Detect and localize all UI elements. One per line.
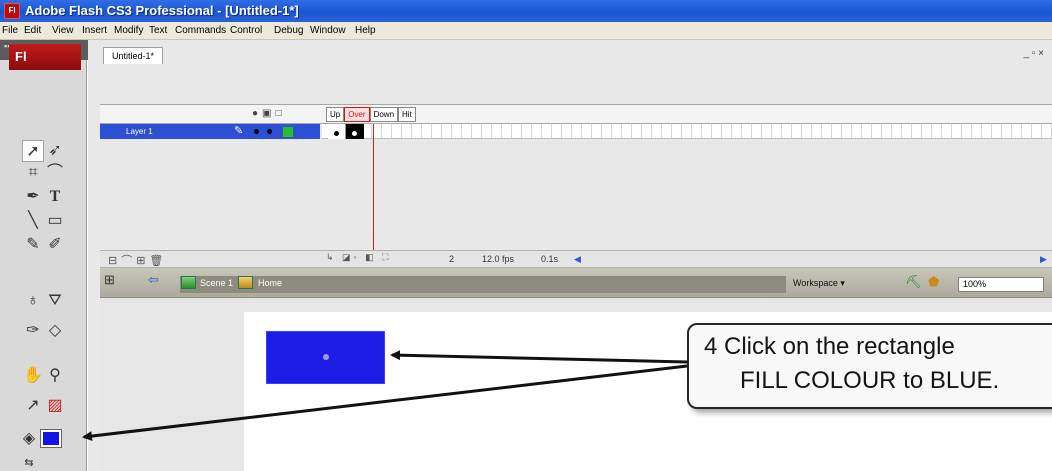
- menu-window[interactable]: Window: [310, 25, 346, 36]
- menu-control[interactable]: Control: [230, 25, 262, 36]
- onion-skin-icons[interactable]: ↳ ◪◦ ◧ ⛶: [326, 252, 392, 263]
- breadcrumb-scene[interactable]: Scene 1: [200, 278, 233, 288]
- timeline-header: ●▣□: [100, 104, 1052, 124]
- callout-line-2: FILL COLOUR to BLUE.: [740, 367, 1000, 394]
- fill-color-swatch[interactable]: [40, 429, 62, 448]
- brush-tool-icon[interactable]: ✐: [44, 234, 66, 256]
- breadcrumb-symbol[interactable]: Home: [258, 278, 282, 288]
- pen-tool-icon[interactable]: ✒: [22, 186, 44, 208]
- blue-rectangle[interactable]: [266, 331, 385, 384]
- text-tool-icon[interactable]: T: [44, 186, 66, 208]
- hand-tool-icon[interactable]: ✋: [22, 365, 44, 387]
- menu-debug[interactable]: Debug: [274, 25, 303, 36]
- menu-commands[interactable]: Commands: [175, 25, 226, 36]
- eyedropper-tool-icon[interactable]: ✑: [22, 320, 44, 342]
- selection-tool-icon[interactable]: ➚: [22, 140, 44, 162]
- elapsed-time: 0.1s: [541, 254, 559, 264]
- eraser-tool-icon[interactable]: ◇: [44, 320, 66, 342]
- workspace-label: Workspace: [793, 278, 838, 288]
- timeline-empty-area: [100, 140, 1052, 248]
- flash-logo: Fl: [9, 44, 81, 70]
- frame-label-hit[interactable]: Hit: [398, 107, 416, 122]
- workspace-dropdown[interactable]: Workspace ▾: [793, 278, 845, 289]
- pencil-icon: ✎: [234, 125, 244, 137]
- menu-help[interactable]: Help: [355, 25, 376, 36]
- callout-line-1: 4 Click on the rectangle: [704, 333, 955, 360]
- button-symbol-icon: [238, 276, 253, 289]
- flash-app-icon[interactable]: Fl: [4, 3, 20, 19]
- menu-modify[interactable]: Modify: [114, 25, 143, 36]
- current-frame: 2: [449, 254, 455, 264]
- frame-rate: 12.0 fps: [482, 254, 515, 264]
- frame-track[interactable]: [322, 124, 1052, 139]
- stroke-color-icon[interactable]: ↗: [22, 395, 44, 417]
- scroll-right-icon[interactable]: ▶: [1040, 254, 1047, 265]
- subselection-tool-icon[interactable]: ➶: [44, 140, 66, 162]
- layer-visibility-lock-outline-icons[interactable]: ●▣□: [252, 108, 286, 119]
- chevron-down-icon: ▾: [840, 278, 845, 288]
- frame-label-down[interactable]: Down: [369, 107, 399, 122]
- window-controls-icon[interactable]: _ ▫ ×: [1023, 48, 1044, 59]
- lock-dot-icon[interactable]: [267, 129, 272, 134]
- fill-bucket-icon: ◈: [22, 430, 36, 447]
- scroll-left-icon[interactable]: ◀: [574, 254, 581, 265]
- zoom-tool-icon[interactable]: ⚲: [44, 365, 66, 387]
- menu-insert[interactable]: Insert: [82, 25, 107, 36]
- rectangle-tool-icon[interactable]: ▭: [44, 210, 66, 232]
- paint-bucket-tool-icon[interactable]: ⛛: [44, 290, 66, 312]
- line-tool-icon[interactable]: ╲: [22, 210, 44, 232]
- playhead[interactable]: [373, 124, 374, 251]
- menu-file[interactable]: File: [2, 25, 18, 36]
- keyframe-over[interactable]: [346, 124, 364, 139]
- lasso-tool-icon[interactable]: ⌒: [44, 162, 66, 184]
- window-title: Adobe Flash CS3 Professional - [Untitled…: [25, 3, 299, 18]
- back-arrow-icon[interactable]: ⇦: [148, 272, 159, 288]
- no-color-icon[interactable]: ▨: [44, 395, 66, 417]
- layer-state-icons: ✎: [234, 125, 324, 137]
- frame-labels: Up Over Down Hit: [326, 107, 416, 122]
- free-transform-tool-icon[interactable]: ⌗: [22, 162, 44, 184]
- frame-label-over[interactable]: Over: [344, 107, 370, 122]
- ink-bottle-tool-icon[interactable]: ♁: [22, 290, 44, 312]
- outline-square-icon[interactable]: [283, 127, 293, 137]
- menu-bar: File Edit View Insert Modify Text Comman…: [0, 22, 1052, 40]
- visible-dot-icon[interactable]: [254, 129, 259, 134]
- title-bar: Fl Adobe Flash CS3 Professional - [Untit…: [0, 0, 1052, 22]
- layer-name: Layer 1: [126, 127, 153, 136]
- scene-icon: [181, 276, 196, 289]
- edit-scene-icon[interactable]: ⬟: [928, 274, 939, 290]
- pencil-tool-icon[interactable]: ✎: [22, 234, 44, 256]
- keyframe-up[interactable]: [328, 124, 346, 139]
- document-tab[interactable]: Untitled-1*: [103, 47, 164, 64]
- zoom-select[interactable]: 100%: [958, 277, 1044, 292]
- menu-text[interactable]: Text: [149, 25, 167, 36]
- menu-edit[interactable]: Edit: [24, 25, 41, 36]
- menu-view[interactable]: View: [52, 25, 74, 36]
- timeline-toggle-icon[interactable]: ⊞: [104, 272, 115, 288]
- frame-label-up[interactable]: Up: [326, 107, 345, 122]
- edit-symbols-icon[interactable]: ⛏: [905, 274, 922, 290]
- zoom-value: 100%: [963, 279, 987, 289]
- layer-buttons-icon[interactable]: ⊟⌒⊞🗑: [108, 252, 167, 268]
- swap-colors-icon[interactable]: ⇆: [18, 452, 40, 471]
